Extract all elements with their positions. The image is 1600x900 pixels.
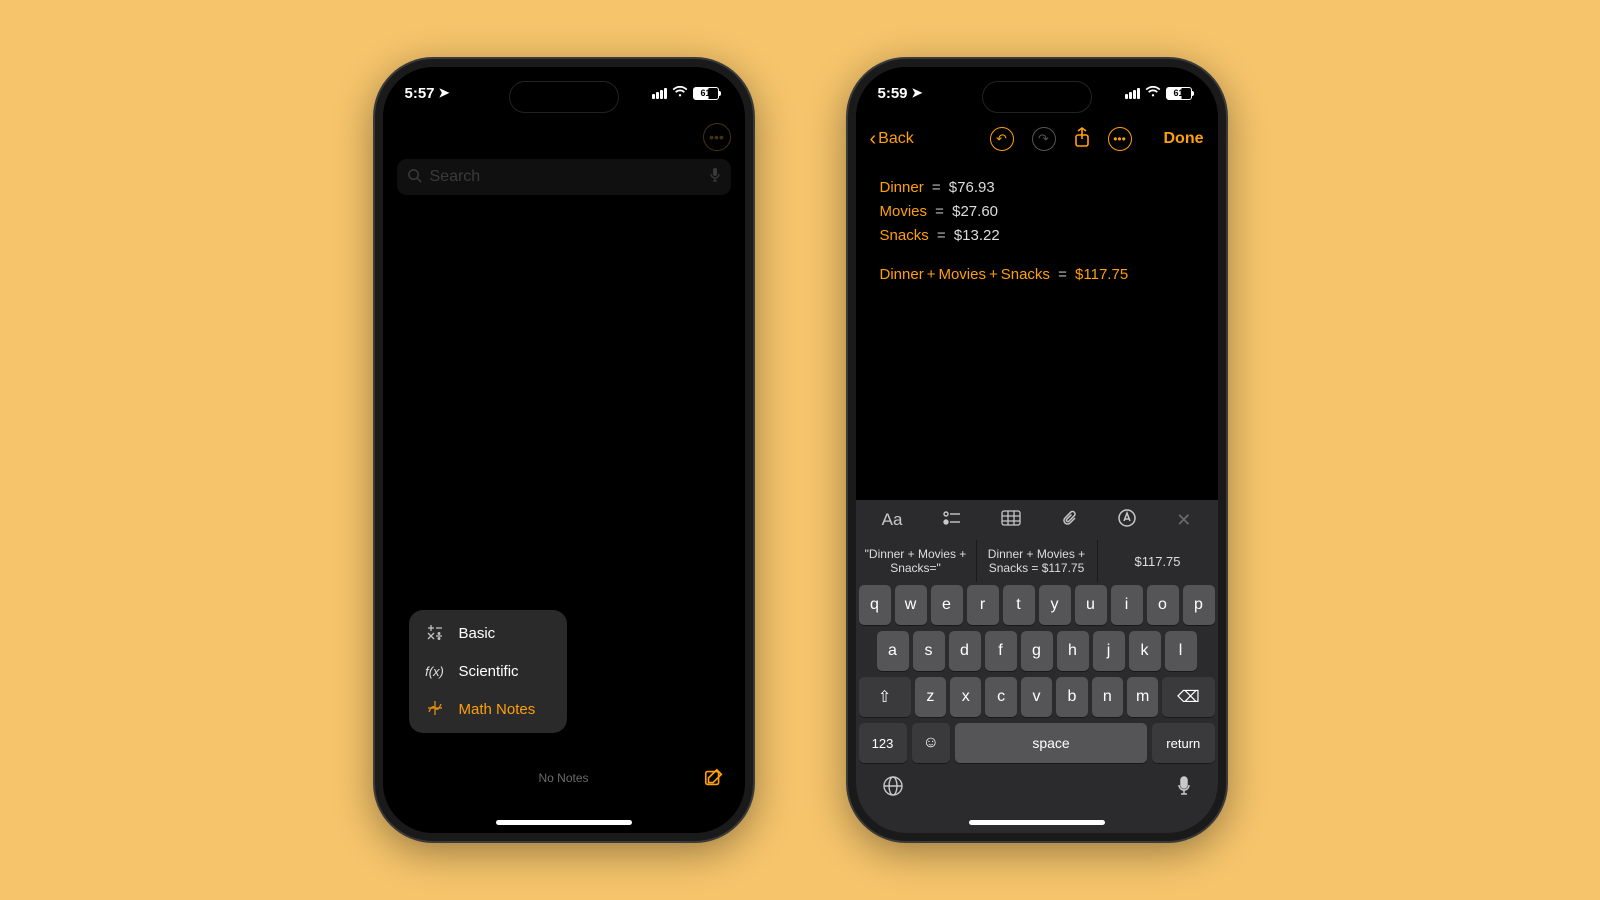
text-format-icon[interactable]: Aa [882, 510, 903, 530]
calculator-mode-menu: Basic f(x) Scientific Math Notes [409, 610, 567, 733]
key-o[interactable]: o [1147, 585, 1179, 625]
note-line: Dinner = $76.93 [880, 177, 1194, 199]
key-f[interactable]: f [985, 631, 1017, 671]
return-key[interactable]: return [1152, 723, 1214, 763]
key-v[interactable]: v [1021, 677, 1052, 717]
key-a[interactable]: a [877, 631, 909, 671]
no-notes-label: No Notes [383, 771, 745, 785]
battery-icon: 61 [693, 87, 719, 100]
backspace-key[interactable]: ⌫ [1162, 677, 1214, 717]
globe-icon[interactable] [882, 775, 904, 803]
key-c[interactable]: c [985, 677, 1016, 717]
key-row-2: asdfghjkl [859, 631, 1215, 671]
space-key[interactable]: space [955, 723, 1147, 763]
key-i[interactable]: i [1111, 585, 1143, 625]
key-m[interactable]: m [1127, 677, 1158, 717]
back-label: Back [878, 130, 914, 148]
key-r[interactable]: r [967, 585, 999, 625]
status-time: 5:57 [405, 85, 435, 102]
key-u[interactable]: u [1075, 585, 1107, 625]
undo-button[interactable]: ↶ [990, 127, 1014, 151]
suggestion[interactable]: $117.75 [1098, 540, 1218, 582]
home-indicator[interactable] [969, 820, 1105, 825]
key-l[interactable]: l [1165, 631, 1197, 671]
key-z[interactable]: z [915, 677, 946, 717]
numbers-key[interactable]: 123 [859, 723, 907, 763]
menu-label: Scientific [459, 663, 519, 680]
menu-item-scientific[interactable]: f(x) Scientific [409, 653, 567, 690]
table-icon[interactable] [1001, 510, 1021, 531]
home-indicator[interactable] [496, 820, 632, 825]
dynamic-island [982, 81, 1092, 113]
attachment-icon[interactable] [1062, 509, 1078, 532]
note-line: Movies = $27.60 [880, 201, 1194, 223]
key-d[interactable]: d [949, 631, 981, 671]
basic-icon [425, 624, 445, 643]
key-w[interactable]: w [895, 585, 927, 625]
key-g[interactable]: g [1021, 631, 1053, 671]
sum-result: $117.75 [1075, 266, 1128, 283]
key-row-3: ⇧ zxcvbnm ⌫ [859, 677, 1215, 717]
battery-icon: 61 [1166, 87, 1192, 100]
math-notes-icon [425, 700, 445, 719]
menu-item-basic[interactable]: Basic [409, 614, 567, 653]
key-t[interactable]: t [1003, 585, 1035, 625]
chevron-left-icon: ‹ [870, 128, 877, 151]
suggestion[interactable]: "Dinner + Movies + Snacks=" [856, 540, 977, 582]
note-content[interactable]: Dinner = $76.93 Movies = $27.60 Snacks =… [856, 159, 1218, 306]
shift-key[interactable]: ⇧ [859, 677, 911, 717]
note-sum-line: Dinner+Movies+Snacks = $117.75 [880, 264, 1194, 286]
key-n[interactable]: n [1092, 677, 1123, 717]
note-line: Snacks = $13.22 [880, 225, 1194, 247]
done-button[interactable]: Done [1164, 130, 1204, 148]
emoji-key[interactable]: ☺ [912, 723, 950, 763]
compose-button[interactable] [703, 767, 725, 795]
key-x[interactable]: x [950, 677, 981, 717]
dictation-icon[interactable] [1176, 775, 1192, 803]
key-j[interactable]: j [1093, 631, 1125, 671]
wifi-icon [672, 85, 688, 101]
status-time: 5:59 [878, 85, 908, 102]
format-bar: Aa ✕ [856, 500, 1218, 540]
signal-icon [652, 88, 667, 99]
nav-bar: ‹ Back ↶ ↷ ••• Done [856, 119, 1218, 159]
key-b[interactable]: b [1056, 677, 1087, 717]
key-s[interactable]: s [913, 631, 945, 671]
menu-item-math-notes[interactable]: Math Notes [409, 690, 567, 729]
menu-label: Math Notes [459, 701, 536, 718]
key-k[interactable]: k [1129, 631, 1161, 671]
key-q[interactable]: q [859, 585, 891, 625]
more-button[interactable]: ••• [1108, 127, 1132, 151]
key-y[interactable]: y [1039, 585, 1071, 625]
redo-button: ↷ [1032, 127, 1056, 151]
key-e[interactable]: e [931, 585, 963, 625]
suggestion[interactable]: Dinner + Movies + Snacks = $117.75 [977, 540, 1098, 582]
share-button[interactable] [1074, 127, 1090, 152]
key-p[interactable]: p [1183, 585, 1215, 625]
location-icon: ➤ [912, 85, 923, 101]
key-row-1: qwertyuiop [859, 585, 1215, 625]
menu-label: Basic [459, 625, 496, 642]
location-icon: ➤ [439, 85, 450, 101]
close-format-icon[interactable]: ✕ [1176, 510, 1191, 531]
back-button[interactable]: ‹ Back [870, 128, 914, 151]
phone-right: 5:59 ➤ 61 ‹ Back ↶ ↷ ••• Do [848, 59, 1226, 841]
suggestion-bar: "Dinner + Movies + Snacks=" Dinner + Mov… [856, 540, 1218, 582]
phone-left: 5:57 ➤ 61 ••• Search [375, 59, 753, 841]
signal-icon [1125, 88, 1140, 99]
markup-icon[interactable] [1118, 509, 1136, 532]
keyboard: Aa ✕ "Dinner + Movies + Snacks=" Dinner … [856, 500, 1218, 833]
wifi-icon [1145, 85, 1161, 101]
key-h[interactable]: h [1057, 631, 1089, 671]
dynamic-island [509, 81, 619, 113]
checklist-icon[interactable] [943, 510, 961, 531]
scientific-icon: f(x) [425, 664, 445, 679]
